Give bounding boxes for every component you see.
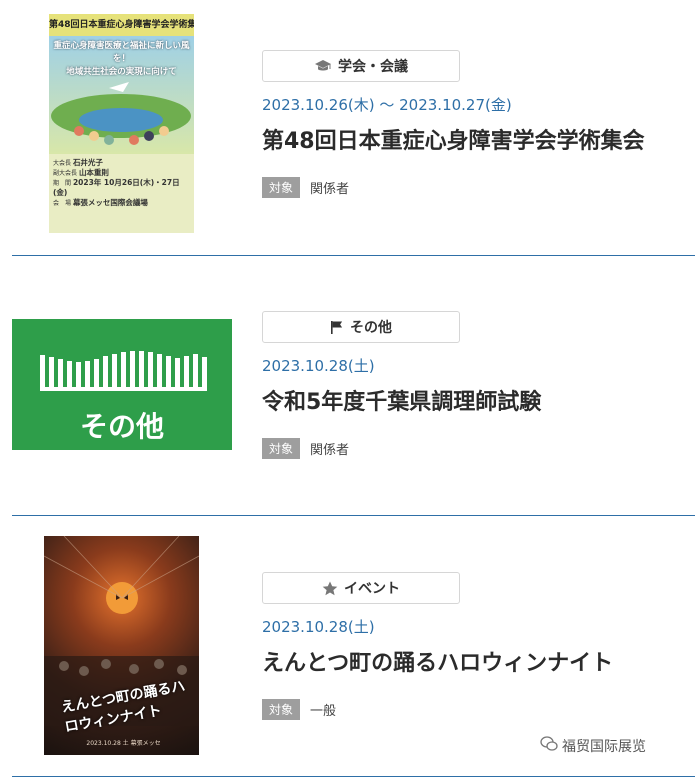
event-target: 対象 一般 xyxy=(262,699,613,720)
poster-name: 山本重則 xyxy=(78,168,109,177)
category-label: 学会・会議 xyxy=(338,59,408,75)
target-value: 関係者 xyxy=(310,443,350,458)
thumbnail-label: その他 xyxy=(79,410,164,443)
poster-venue: 幕張メッセ国際会議場 xyxy=(72,198,148,207)
poster-role: 大会長 xyxy=(53,160,72,167)
poster-header: 第48回日本重症心身障害学会学術集会 xyxy=(49,14,194,36)
mortarboard-icon xyxy=(314,59,332,73)
category-tag[interactable]: その他 xyxy=(262,311,460,343)
fence-icon xyxy=(40,351,207,391)
category-tag[interactable]: イベント xyxy=(262,572,460,604)
category-label: その他 xyxy=(350,320,392,336)
divider xyxy=(12,776,695,777)
poster-period: 2023年 10月26日(木)・27日(金) xyxy=(53,178,180,197)
star-icon xyxy=(322,581,338,596)
event-date: 2023.10.28(土) xyxy=(262,357,375,375)
flag-icon xyxy=(330,320,344,334)
poster-details: 大会長 石井光子 副大会長 山本重則 期 間 2023年 10月26日(木)・2… xyxy=(49,154,194,233)
wechat-icon xyxy=(540,736,558,756)
event-poster-image[interactable]: 第48回日本重症心身障害学会学術集会 重症心身障害医療と福祉に新しい風を！ 地域… xyxy=(49,14,194,233)
event-card[interactable]: 第48回日本重症心身障害学会学術集会 重症心身障害医療と福祉に新しい風を！ 地域… xyxy=(0,0,695,256)
target-value: 関係者 xyxy=(310,182,350,197)
event-target: 対象 関係者 xyxy=(262,438,541,459)
poster-subtext: 2023.10.28 土 幕張メッセ xyxy=(86,740,161,747)
poster-slogan: 重症心身障害医療と福祉に新しい風を！ 地域共生社会の実現に向けて xyxy=(53,40,190,79)
target-value: 一般 xyxy=(310,704,337,719)
poster-period-label: 期 間 xyxy=(53,180,72,187)
event-title[interactable]: えんとつ町の踊るハロウィンナイト xyxy=(262,645,613,677)
poster-name: 石井光子 xyxy=(72,158,103,167)
category-label: イベント xyxy=(344,581,400,597)
event-card[interactable]: その他 その他 2023.10.28(土) 令和5年度千葉県調理師試験 対象 関… xyxy=(0,256,695,516)
target-badge: 対象 xyxy=(262,438,301,459)
event-title[interactable]: 令和5年度千葉県調理師試験 xyxy=(262,384,541,416)
poster-slogan-line: 地域共生社会の実現に向けて xyxy=(66,67,177,77)
event-target: 対象 関係者 xyxy=(262,177,645,198)
poster-venue-label: 会 場 xyxy=(53,200,72,207)
target-badge: 対象 xyxy=(262,177,301,198)
poster-slogan-line: 重症心身障害医療と福祉に新しい風を！ xyxy=(53,41,190,64)
event-date: 2023.10.26(木) ～ 2023.10.27(金) xyxy=(262,96,512,114)
event-title[interactable]: 第48回日本重症心身障害学会学術集会 xyxy=(262,123,645,155)
event-poster-image[interactable]: えんとつ町の踊るハロウィンナイト 2023.10.28 土 幕張メッセ xyxy=(44,536,199,755)
event-date: 2023.10.28(土) xyxy=(262,618,375,636)
watermark: 福贸国际展览 xyxy=(540,736,646,756)
watermark-text: 福贸国际展览 xyxy=(562,739,646,755)
poster-role: 副大会長 xyxy=(53,170,78,177)
category-thumbnail[interactable]: その他 xyxy=(12,319,232,450)
category-tag[interactable]: 学会・会議 xyxy=(262,50,460,82)
target-badge: 対象 xyxy=(262,699,301,720)
